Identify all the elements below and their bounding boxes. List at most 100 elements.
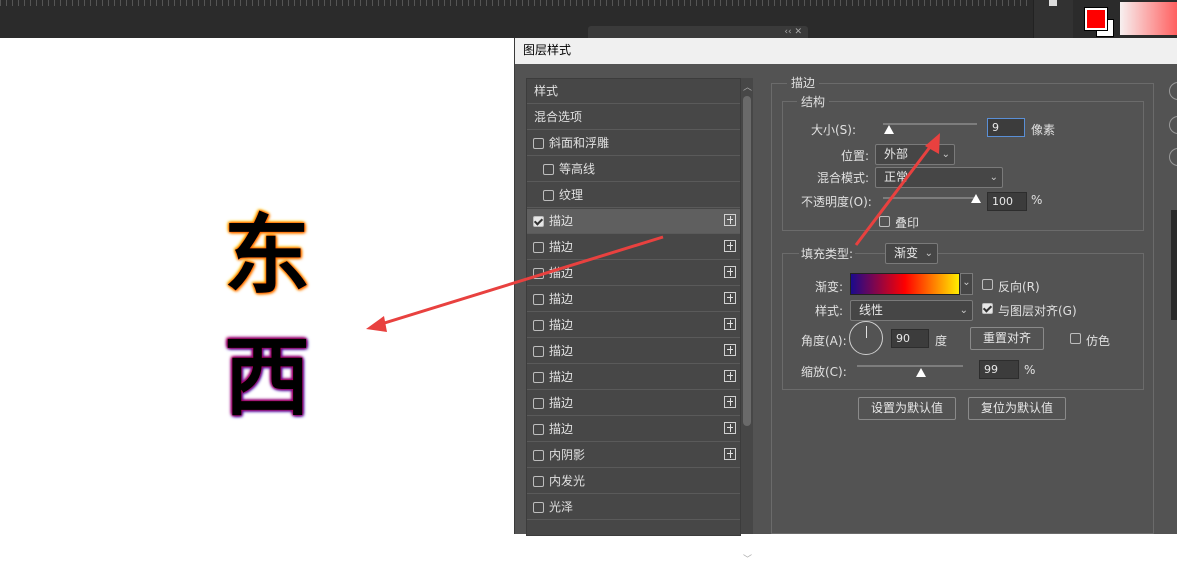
style-list-item[interactable]: 等高线 <box>527 157 740 182</box>
style-checkbox[interactable] <box>533 372 544 383</box>
gradient-label: 渐变: <box>815 280 844 294</box>
style-checkbox[interactable] <box>533 476 544 487</box>
overprint-checkbox[interactable] <box>879 216 890 227</box>
fill-type-label: 填充类型: <box>799 245 856 262</box>
style-list-label: 描边 <box>549 344 574 358</box>
style-checkbox[interactable] <box>533 242 544 253</box>
style-checkbox[interactable] <box>533 346 544 357</box>
add-plus-icon[interactable] <box>724 448 736 460</box>
style-list-label: 样式 <box>534 84 559 98</box>
tool-icon[interactable] <box>1049 0 1057 6</box>
style-list-item[interactable]: 描边 <box>527 339 740 364</box>
add-plus-icon[interactable] <box>724 396 736 408</box>
style-list-item[interactable]: 混合选项 <box>527 105 740 130</box>
gradient-dropdown-chevron-icon[interactable]: ⌄ <box>960 273 973 295</box>
panel-collapse-tab[interactable]: ‹‹ ✕ <box>588 26 808 38</box>
chevron-down-icon: ⌄ <box>959 305 968 316</box>
style-list-item[interactable]: 描边 <box>527 287 740 312</box>
align-with-layer-checkbox[interactable] <box>982 303 993 314</box>
style-checkbox[interactable] <box>533 320 544 331</box>
scroll-thumb[interactable] <box>743 96 751 426</box>
style-list-item[interactable]: 描边 <box>527 391 740 416</box>
opacity-input[interactable]: 100 <box>987 192 1027 211</box>
blend-mode-select[interactable]: 正常 ⌄ <box>875 167 1003 188</box>
opacity-slider-track[interactable] <box>883 197 977 199</box>
gradient-preview[interactable] <box>850 273 960 295</box>
style-list-item[interactable]: 描边 <box>527 365 740 390</box>
fill-type-select[interactable]: 渐变 ⌄ <box>885 243 938 264</box>
style-list-item[interactable]: 描边 <box>527 235 740 260</box>
canvas-char-dong: 东 <box>224 206 310 306</box>
add-plus-icon[interactable] <box>724 240 736 252</box>
scroll-down-icon[interactable]: ﹀ <box>743 552 752 565</box>
add-plus-icon[interactable] <box>724 370 736 382</box>
style-list-item[interactable]: 描边 <box>527 313 740 338</box>
style-checkbox[interactable] <box>543 190 554 201</box>
style-checkbox[interactable] <box>533 398 544 409</box>
style-list-item[interactable]: 描边 <box>527 209 740 234</box>
overprint-label: 叠印 <box>895 216 920 230</box>
chevron-down-icon: ⌄ <box>941 149 950 160</box>
cancel-button[interactable] <box>1169 116 1177 134</box>
style-list-label: 斜面和浮雕 <box>549 136 610 150</box>
style-list-label: 内阴影 <box>549 448 586 462</box>
ok-button[interactable] <box>1169 82 1177 100</box>
size-slider-thumb[interactable] <box>884 125 894 134</box>
ruler <box>0 0 1030 6</box>
style-checkbox[interactable] <box>533 216 544 227</box>
scroll-up-icon[interactable]: ︿ <box>743 80 752 93</box>
opacity-label: 不透明度(O): <box>801 195 872 209</box>
style-list-label: 描边 <box>549 318 574 332</box>
style-list-item[interactable]: 描边 <box>527 417 740 442</box>
reverse-label: 反向(R) <box>998 280 1040 294</box>
color-picker-ramp[interactable] <box>1120 2 1177 35</box>
style-checkbox[interactable] <box>533 424 544 435</box>
scale-label: 缩放(C): <box>801 365 847 379</box>
style-checkbox[interactable] <box>533 268 544 279</box>
reverse-checkbox[interactable] <box>982 279 993 290</box>
annotation-arrowhead-icon <box>366 316 387 332</box>
add-plus-icon[interactable] <box>724 214 736 226</box>
add-plus-icon[interactable] <box>724 266 736 278</box>
style-list-item[interactable]: 内发光 <box>527 469 740 494</box>
blend-mode-label: 混合模式: <box>817 171 870 185</box>
chevron-down-icon: ⌄ <box>989 172 998 183</box>
size-slider-track[interactable] <box>883 123 977 125</box>
style-list-item[interactable]: 内阴影 <box>527 443 740 468</box>
foreground-color-swatch-front[interactable] <box>1085 8 1107 30</box>
style-list: 样式 混合选项 斜面和浮雕 等高线 纹理 描边 描边 描边 描边 描边 描边 描边 描边 描边 内阴影 内发光… <box>526 78 741 536</box>
angle-label: 角度(A): <box>801 334 847 348</box>
preview-swatch <box>1171 210 1177 320</box>
align-with-layer-label: 与图层对齐(G) <box>998 304 1077 318</box>
style-checkbox[interactable] <box>533 502 544 513</box>
opacity-slider-thumb[interactable] <box>971 194 981 203</box>
style-list-item[interactable]: 光泽 <box>527 495 740 520</box>
position-select[interactable]: 外部 ⌄ <box>875 144 955 165</box>
dither-checkbox[interactable] <box>1070 333 1081 344</box>
style-list-item[interactable]: 纹理 <box>527 183 740 208</box>
gradient-style-select[interactable]: 线性 ⌄ <box>850 300 973 321</box>
scale-input[interactable]: 99 <box>979 360 1019 379</box>
style-checkbox[interactable] <box>533 450 544 461</box>
new-style-button[interactable] <box>1169 148 1177 166</box>
style-checkbox[interactable] <box>533 138 544 149</box>
style-list-item[interactable]: 斜面和浮雕 <box>527 131 740 156</box>
reset-default-button[interactable]: 复位为默认值 <box>968 397 1066 420</box>
style-list-item[interactable]: 样式 <box>527 79 740 104</box>
style-list-item[interactable]: 描边 <box>527 261 740 286</box>
scale-slider-thumb[interactable] <box>916 368 926 377</box>
add-plus-icon[interactable] <box>724 292 736 304</box>
add-plus-icon[interactable] <box>724 344 736 356</box>
canvas-char-xi: 西 <box>224 328 310 428</box>
size-input[interactable]: 9 <box>987 118 1025 137</box>
add-plus-icon[interactable] <box>724 422 736 434</box>
scale-slider-track[interactable] <box>857 365 963 367</box>
reset-align-button[interactable]: 重置对齐 <box>970 327 1044 350</box>
style-list-label: 等高线 <box>559 162 596 176</box>
style-checkbox[interactable] <box>533 294 544 305</box>
add-plus-icon[interactable] <box>724 318 736 330</box>
set-default-button[interactable]: 设置为默认值 <box>858 397 956 420</box>
angle-dial[interactable] <box>849 321 883 355</box>
style-checkbox[interactable] <box>543 164 554 175</box>
angle-input[interactable]: 90 <box>891 329 929 348</box>
